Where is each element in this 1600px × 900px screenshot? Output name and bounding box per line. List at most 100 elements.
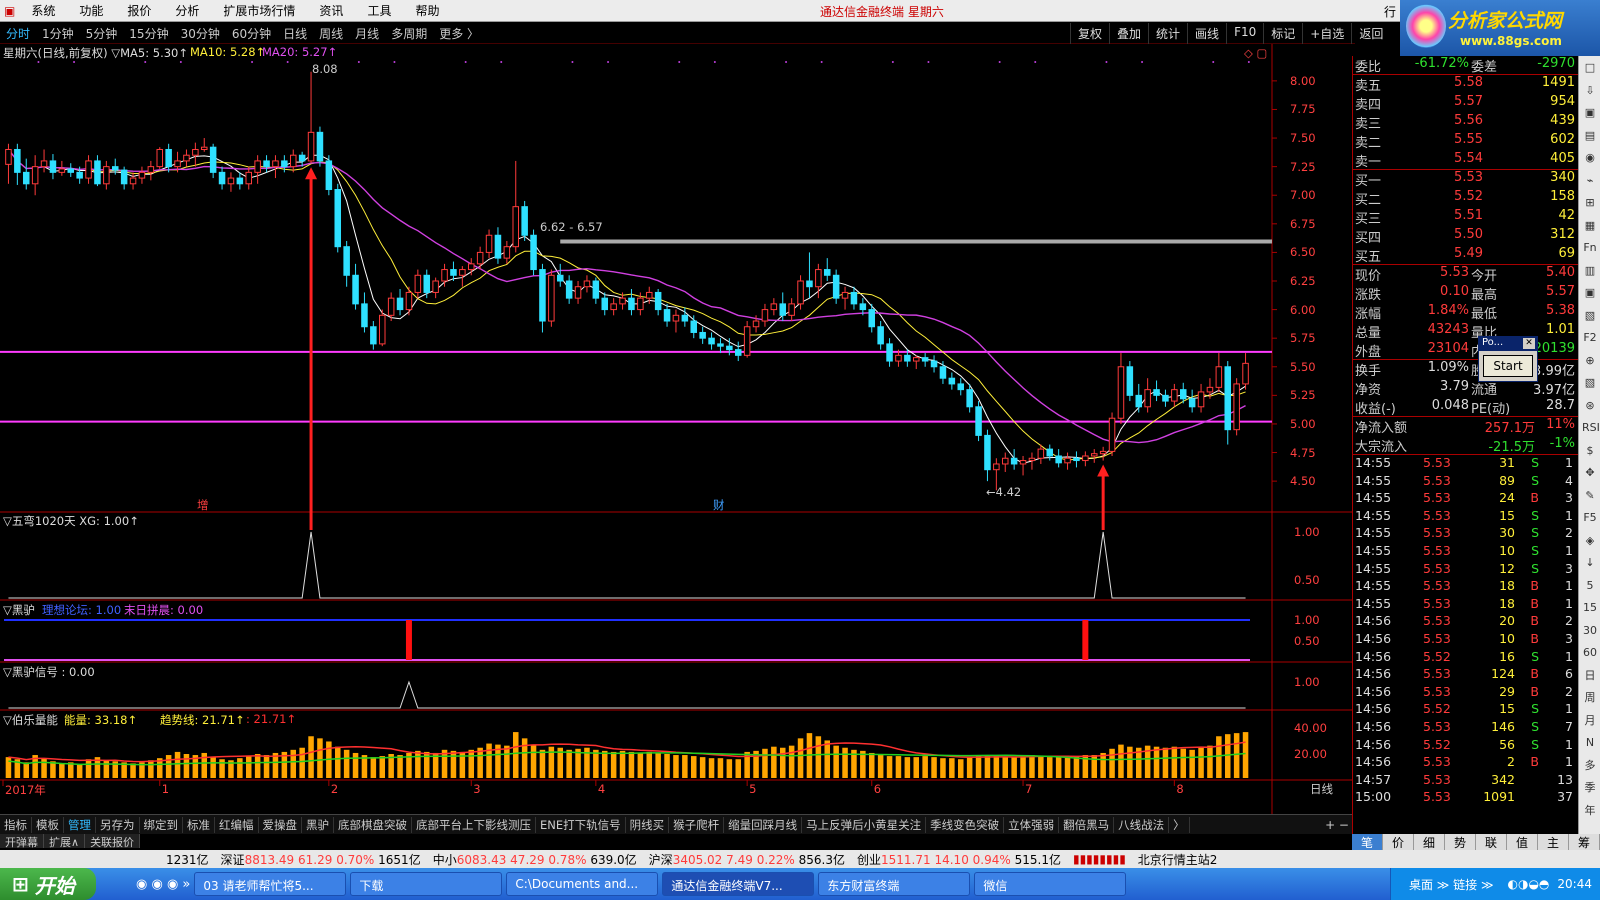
vtool-icon-4[interactable]: ◉ <box>1582 150 1598 166</box>
indicator-tab-8[interactable]: 黑驴 <box>302 816 334 833</box>
vtool-icon-28[interactable]: 周 <box>1582 690 1598 706</box>
vtool-icon-12[interactable]: F2 <box>1582 330 1598 346</box>
indicator-tab-16[interactable]: 季线变色突破 <box>926 816 1005 833</box>
side-tab-3[interactable]: 势 <box>1445 834 1476 850</box>
side-tab-0[interactable]: 笔 <box>1352 834 1383 850</box>
add-indicator-button[interactable]: + − <box>1319 818 1355 832</box>
indicator-tab-13[interactable]: 猴子爬杆 <box>669 816 725 833</box>
bids-row[interactable]: 买一 5.53 340 <box>1353 170 1579 189</box>
menu-tools[interactable]: 工具 <box>355 2 403 19</box>
vtool-icon-22[interactable]: ↓ <box>1582 555 1598 571</box>
vtool-icon-7[interactable]: ▦ <box>1582 218 1598 234</box>
bids-row[interactable]: 买五 5.49 69 <box>1353 246 1579 265</box>
indicator-tab-17[interactable]: 立体强弱 <box>1004 816 1060 833</box>
asks-row[interactable]: 卖二 5.55 602 <box>1353 132 1579 151</box>
close-icon[interactable]: ✕ <box>1523 338 1535 349</box>
menu-system[interactable]: 系统 <box>19 2 67 19</box>
vtool-icon-24[interactable]: 15 <box>1582 600 1598 616</box>
asks-row[interactable]: 卖三 5.56 439 <box>1353 113 1579 132</box>
vtool-icon-21[interactable]: ◈ <box>1582 533 1598 549</box>
indicator-tab-4[interactable]: 绑定到 <box>140 816 183 833</box>
vtool-icon-33[interactable]: 年 <box>1582 803 1598 819</box>
quicklaunch-icons[interactable]: ◉ ◉ ◉ » <box>136 877 190 892</box>
vtool-icon-6[interactable]: ⊞ <box>1582 195 1598 211</box>
tray-links[interactable]: 桌面 ≫ 链接 ≫ <box>1409 876 1494 893</box>
kline-chart[interactable]: 星期六(日线,前复权) ▽MA5: 5.30↑ MA10: 5.28↑ MA20… <box>0 44 1355 816</box>
indicator-tab-10[interactable]: 底部平台上下影线测压 <box>412 816 536 833</box>
period-60[interactable]: 60分钟 <box>226 25 277 42</box>
vtool-icon-30[interactable]: N <box>1582 735 1598 751</box>
asks-row[interactable]: 卖五 5.58 1491 <box>1353 75 1579 94</box>
indicator-tab-2[interactable]: 管理 <box>64 816 96 833</box>
indicator-tab-11[interactable]: ENE打下轨信号 <box>536 816 626 833</box>
tool-item-2[interactable]: 统计 <box>1148 23 1187 44</box>
bids-row[interactable]: 买三 5.51 42 <box>1353 208 1579 227</box>
asks-row[interactable]: 卖一 5.54 405 <box>1353 151 1579 170</box>
vtool-icon-10[interactable]: ▣ <box>1582 285 1598 301</box>
menu-function[interactable]: 功能 <box>67 2 115 19</box>
period-item-8[interactable]: 月线 <box>349 25 385 42</box>
indicator-tab-9[interactable]: 底部棋盘突破 <box>334 816 412 833</box>
indicator-tab-14[interactable]: 缩量回踩月线 <box>724 816 803 833</box>
period-1[interactable]: 1分钟 <box>36 25 80 42</box>
extra-tab-0[interactable]: 开弹幕 <box>0 834 44 849</box>
side-tab-4[interactable]: 联 <box>1476 834 1507 850</box>
vtool-icon-31[interactable]: 多 <box>1582 758 1598 774</box>
vtool-icon-0[interactable]: □ <box>1582 60 1598 76</box>
period-item-9[interactable]: 多周期 <box>385 25 433 42</box>
tool-f10[interactable]: F10 <box>1226 23 1263 44</box>
start-button[interactable]: Start <box>1483 355 1533 377</box>
vtool-icon-9[interactable]: ▥ <box>1582 263 1598 279</box>
indicator-tab-15[interactable]: 马上反弹后小黄星关注 <box>802 816 927 833</box>
vtool-icon-20[interactable]: F5 <box>1582 510 1598 526</box>
side-tab-6[interactable]: 主 <box>1538 834 1569 850</box>
vtool-icon-18[interactable]: ✥ <box>1582 465 1598 481</box>
vtool-icon-1[interactable]: ⇩ <box>1582 83 1598 99</box>
vtool-icon-15[interactable]: ⊛ <box>1582 398 1598 414</box>
diamond-icon[interactable]: ◇ ▢ <box>1244 46 1267 60</box>
vtool-icon-8[interactable]: Fn <box>1582 240 1598 256</box>
indicator-tab-6[interactable]: 红编幅 <box>215 816 259 833</box>
vtool-icon-26[interactable]: 60 <box>1582 645 1598 661</box>
period-item-10[interactable]: 更多 〉 <box>433 25 485 42</box>
tool-item-3[interactable]: 画线 <box>1187 23 1226 44</box>
period-item-7[interactable]: 周线 <box>313 25 349 42</box>
indicator-tab-12[interactable]: 阴线买 <box>626 816 670 833</box>
menu-ext-market[interactable]: 扩展市场行情 <box>211 2 307 19</box>
taskbar-item-0[interactable]: 03 请老师帮忙将5... <box>194 872 347 896</box>
tray-icons[interactable]: ◐◑◒◓ <box>1508 877 1550 891</box>
taskbar-item-2[interactable]: C:\Documents and... <box>506 872 659 896</box>
tool-item-5[interactable]: 标记 <box>1263 23 1302 44</box>
vtool-icon-3[interactable]: ▤ <box>1582 128 1598 144</box>
indicator-tab-7[interactable]: 爱操盘 <box>259 816 302 833</box>
period-30[interactable]: 30分钟 <box>175 25 226 42</box>
vtool-icon-2[interactable]: ▣ <box>1582 105 1598 121</box>
popup-window[interactable]: Po... ✕ Start <box>1478 336 1538 382</box>
indicator-tab-5[interactable]: 标准 <box>183 816 215 833</box>
vtool-icon-27[interactable]: 日 <box>1582 668 1598 684</box>
extra-tab-2[interactable]: 关联报价 <box>85 834 141 849</box>
indicator-tab-20[interactable]: 〉 <box>1169 816 1190 833</box>
period-item-6[interactable]: 日线 <box>277 25 313 42</box>
vtool-icon-23[interactable]: 5 <box>1582 578 1598 594</box>
vtool-icon-16[interactable]: RSI <box>1582 420 1600 436</box>
indicator-tab-0[interactable]: 指标 <box>0 816 32 833</box>
indicator-tab-18[interactable]: 翻倍黑马 <box>1059 816 1115 833</box>
menu-news[interactable]: 资讯 <box>307 2 355 19</box>
start-button-win[interactable]: ⊞ 开始 <box>0 868 96 900</box>
indicator-tab-1[interactable]: 模板 <box>32 816 64 833</box>
bids-row[interactable]: 买二 5.52 158 <box>1353 189 1579 208</box>
extra-tab-1[interactable]: 扩展∧ <box>44 834 86 849</box>
vtool-icon-25[interactable]: 30 <box>1582 623 1598 639</box>
period-item-0[interactable]: 分时 <box>0 25 36 42</box>
tool-item-1[interactable]: 叠加 <box>1109 23 1148 44</box>
vtool-icon-5[interactable]: ⌁ <box>1582 173 1598 189</box>
period-15[interactable]: 15分钟 <box>123 25 174 42</box>
indicator-tab-3[interactable]: 另存为 <box>96 816 140 833</box>
header-right-label[interactable]: 行 <box>1384 3 1396 20</box>
menu-help[interactable]: 帮助 <box>403 2 451 19</box>
vtool-icon-14[interactable]: ▧ <box>1582 375 1598 391</box>
server-name[interactable]: 北京行情主站2 <box>1132 851 1224 868</box>
vtool-icon-19[interactable]: ✎ <box>1582 488 1598 504</box>
period-5[interactable]: 5分钟 <box>80 25 124 42</box>
